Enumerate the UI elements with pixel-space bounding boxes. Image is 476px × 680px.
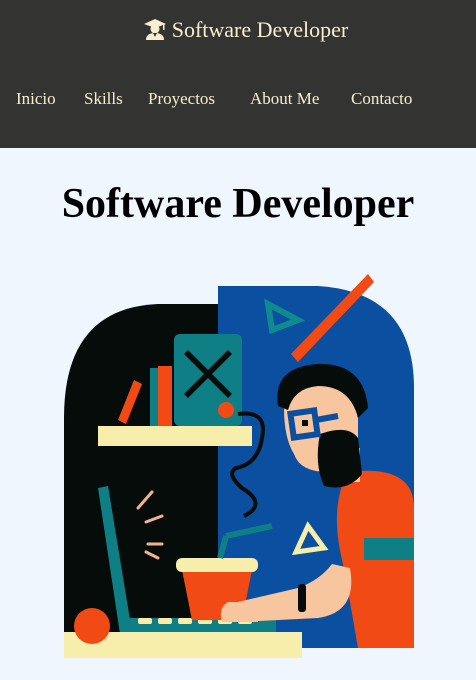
- developer-illustration: [58, 268, 420, 664]
- shirt-stripe: [364, 538, 414, 560]
- cup-lid: [176, 558, 258, 572]
- shelf: [98, 426, 252, 446]
- graduate-student-icon: [143, 19, 166, 40]
- nav-link-inicio[interactable]: Inicio: [16, 87, 56, 111]
- nav-link-skills[interactable]: Skills: [84, 87, 123, 111]
- page-title: Software Developer: [61, 181, 415, 227]
- brand[interactable]: Software Developer: [0, 14, 476, 46]
- developer-at-laptop-illustration: [64, 274, 414, 658]
- orange-ball: [74, 608, 110, 644]
- book: [150, 368, 158, 426]
- person-beard: [317, 429, 362, 488]
- book: [158, 366, 172, 426]
- site-header: Software Developer Inicio Skills Proyect…: [0, 0, 476, 148]
- nav-link-contacto[interactable]: Contacto: [351, 87, 412, 111]
- nav-link-proyectos[interactable]: Proyectos: [148, 87, 215, 111]
- brand-text: Software Developer: [171, 17, 349, 42]
- wristwatch: [298, 584, 306, 612]
- speaker-light: [218, 402, 234, 418]
- main-nav: Inicio Skills Proyectos About Me Contact…: [0, 87, 476, 113]
- nav-link-about-me[interactable]: About Me: [250, 87, 319, 111]
